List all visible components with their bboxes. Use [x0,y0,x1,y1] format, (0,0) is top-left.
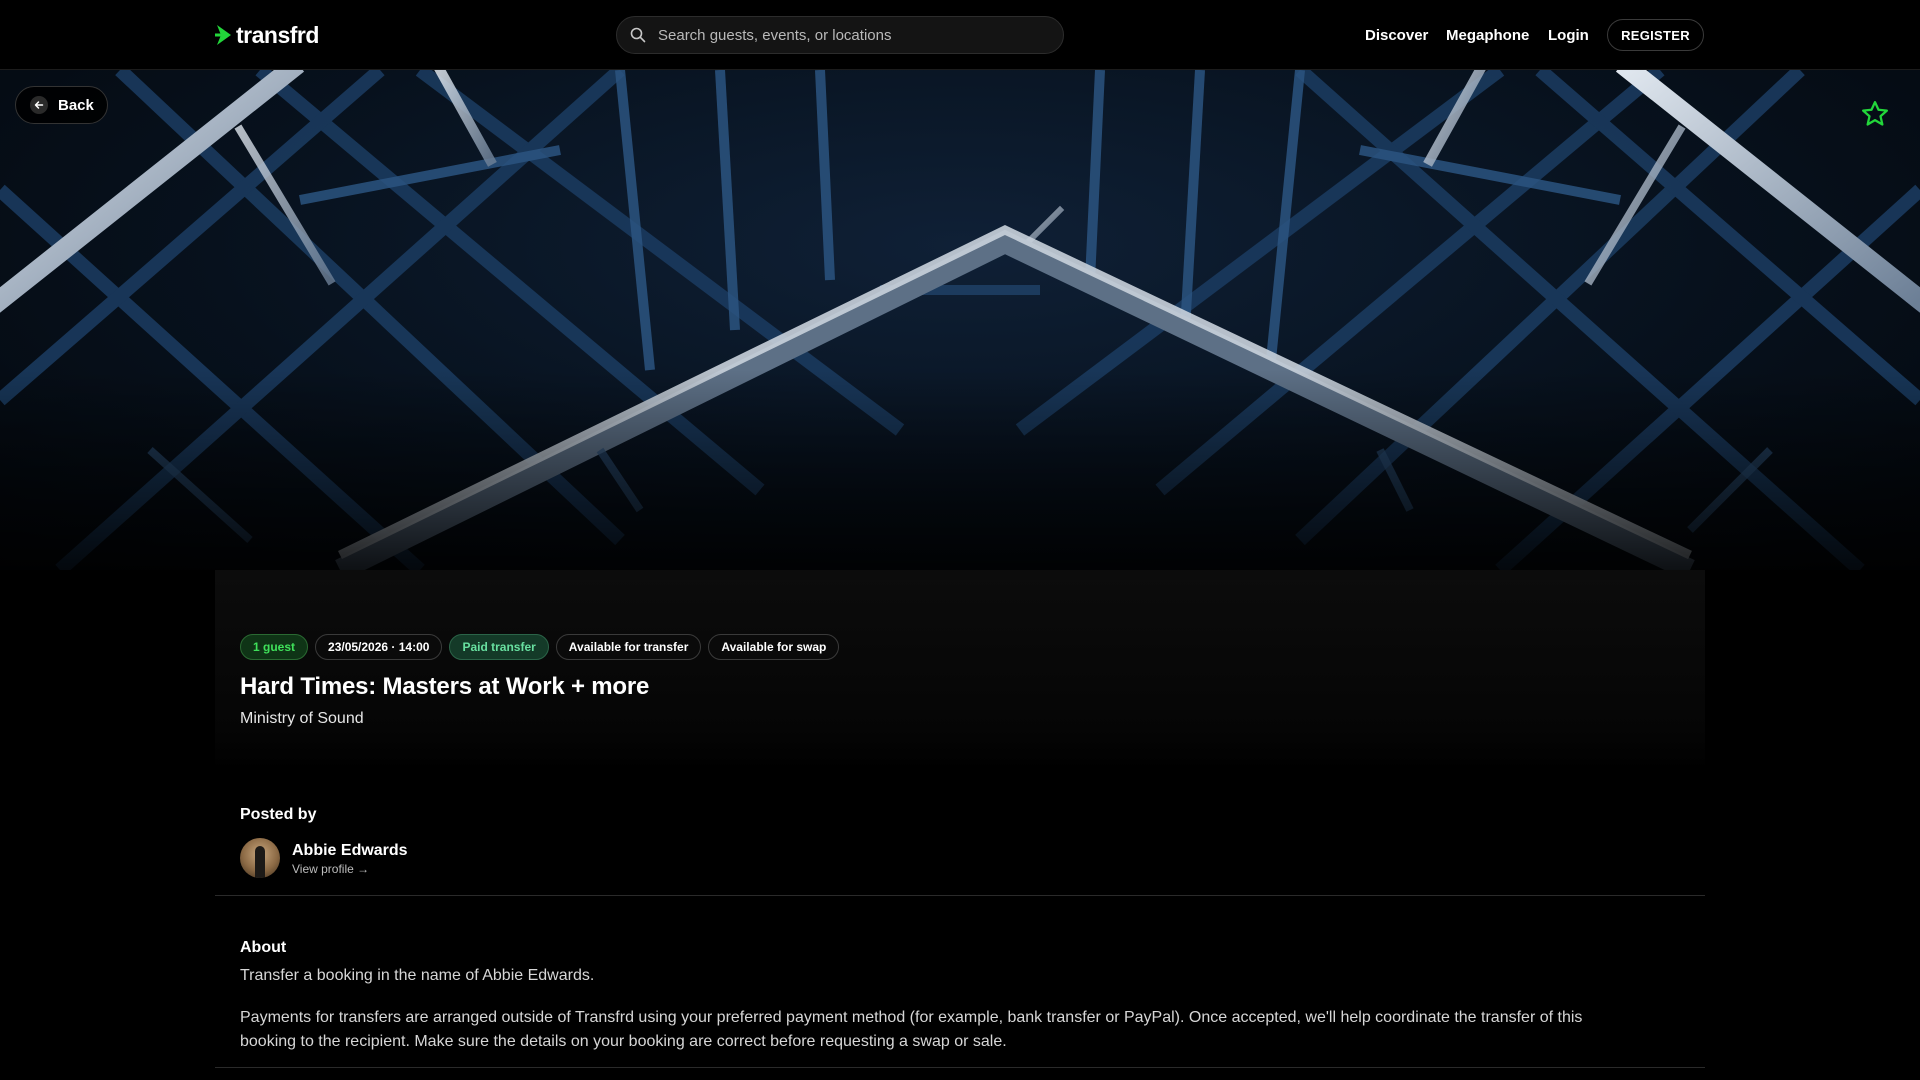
logo-text: transfrd [236,21,319,48]
avatar[interactable] [240,838,280,878]
transfrd-logo[interactable]: transfrd [215,20,319,50]
about-payment-info: Payments for transfers are arranged outs… [240,1009,1583,1050]
search-icon [630,27,646,43]
avatar-figure [255,846,265,878]
back-button[interactable]: Back [15,86,108,124]
favorite-star-button[interactable] [1860,99,1890,134]
back-arrow-icon [30,96,48,114]
poster-name[interactable]: Abbie Edwards [292,842,408,860]
about-heading: About [240,939,287,956]
event-tags: 1 guest 23/05/2026 · 14:00 Paid transfer… [240,634,840,660]
guest-count-badge: 1 guest [240,634,309,660]
search-input[interactable] [658,26,1038,44]
top-navigation-bar: transfrd Discover Megaphone Login REGIST… [0,0,1920,70]
nav-megaphone[interactable]: Megaphone [1446,27,1529,44]
section-divider-bottom [215,1067,1705,1068]
nav-discover[interactable]: Discover [1365,27,1428,44]
available-swap-badge: Available for swap [708,634,840,660]
nav-login[interactable]: Login [1548,27,1589,44]
back-label: Back [58,96,94,114]
about-summary: Transfer a booking in the name of Abbie … [240,967,595,984]
section-divider [215,895,1705,896]
search-bar[interactable] [616,16,1064,54]
view-profile-link[interactable]: View profile → [292,862,369,876]
hero-fade-overlay [0,370,1920,570]
posted-by-heading: Posted by [240,806,317,823]
event-hero-image [0,70,1920,570]
event-venue[interactable]: Ministry of Sound [240,710,364,728]
paid-transfer-badge: Paid transfer [449,634,549,660]
available-transfer-badge: Available for transfer [555,634,702,660]
register-button[interactable]: REGISTER [1607,19,1704,51]
logo-arrow-icon [215,25,231,45]
event-title: Hard Times: Masters at Work + more [240,673,650,700]
event-datetime-badge: 23/05/2026 · 14:00 [315,634,443,660]
star-icon [1862,101,1888,126]
